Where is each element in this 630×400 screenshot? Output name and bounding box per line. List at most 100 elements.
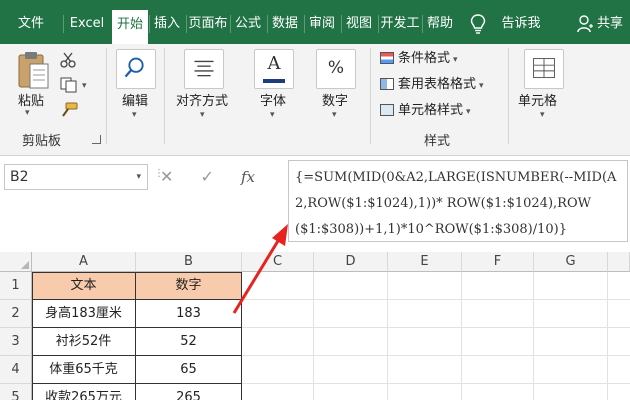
styles-group-label: 样式: [424, 134, 451, 149]
tab-page-layout[interactable]: 页面布: [186, 12, 229, 36]
clipboard-group-label: 剪贴板: [22, 134, 62, 149]
row-header-2[interactable]: 2: [0, 300, 32, 328]
format-painter-icon[interactable]: [60, 102, 78, 118]
edit-dropdown-icon[interactable]: ▾: [132, 110, 137, 120]
cell-styles-label: 单元格样式: [398, 103, 464, 118]
tab-data[interactable]: 数据: [267, 12, 302, 36]
empty-column-g[interactable]: [534, 272, 608, 400]
name-box[interactable]: B2 ▾: [4, 164, 148, 190]
name-box-value: B2: [10, 169, 29, 185]
column-header-g[interactable]: G: [534, 252, 608, 272]
share-person-icon[interactable]: [577, 15, 593, 33]
empty-column-h[interactable]: [608, 272, 630, 400]
format-as-table-button[interactable]: 套用表格格式 ▾: [380, 74, 484, 96]
tab-formulas[interactable]: 公式: [230, 12, 265, 36]
column-header-c[interactable]: C: [242, 252, 314, 272]
cell-a5[interactable]: 收款265万元: [32, 384, 136, 400]
tab-insert[interactable]: 插入: [149, 12, 184, 36]
number-label[interactable]: 数字: [322, 90, 348, 109]
cell-b1[interactable]: 数字: [136, 272, 242, 300]
cancel-icon[interactable]: ✕: [160, 164, 173, 190]
cell-b4[interactable]: 65: [136, 356, 242, 384]
tab-file[interactable]: 文件: [14, 12, 48, 36]
tell-me-box[interactable]: 告诉我: [496, 12, 546, 36]
cells-dropdown-icon[interactable]: ▾: [540, 110, 545, 120]
format-as-table-dropdown-icon: ▾: [479, 81, 484, 91]
copy-icon[interactable]: [60, 77, 78, 93]
font-label[interactable]: 字体: [260, 90, 286, 109]
conditional-formatting-label: 条件格式: [398, 51, 451, 66]
percent-icon: %: [327, 58, 345, 78]
insert-function-icon[interactable]: fx: [241, 164, 255, 190]
column-header-f[interactable]: F: [462, 252, 534, 272]
conditional-formatting-dropdown-icon: ▾: [453, 55, 458, 65]
edit-button[interactable]: [116, 49, 156, 89]
cell-b5[interactable]: 265: [136, 384, 242, 400]
cells-label[interactable]: 单元格: [518, 90, 557, 109]
lightbulb-icon[interactable]: [470, 14, 486, 34]
font-button[interactable]: A: [254, 49, 294, 89]
font-color-bar: [263, 79, 285, 83]
cell-styles-button[interactable]: 单元格样式 ▾: [380, 100, 471, 122]
column-header-b[interactable]: B: [136, 252, 242, 272]
row-header-4[interactable]: 4: [0, 356, 32, 384]
cell-styles-icon: [380, 103, 394, 116]
group-separator: [508, 48, 509, 144]
cut-icon[interactable]: [60, 52, 76, 68]
number-dropdown-icon[interactable]: ▾: [332, 110, 337, 120]
select-all-corner[interactable]: [0, 252, 32, 272]
row-header-3[interactable]: 3: [0, 328, 32, 356]
name-box-dropdown-icon[interactable]: ▾: [136, 165, 141, 189]
empty-column-f[interactable]: [462, 272, 534, 400]
row-header-5[interactable]: 5: [0, 384, 32, 400]
empty-column-d[interactable]: [314, 272, 388, 400]
cells-button[interactable]: [524, 49, 564, 89]
clipboard-dialog-launcher-icon[interactable]: [92, 135, 101, 144]
empty-column-e[interactable]: [388, 272, 462, 400]
paste-dropdown-icon[interactable]: ▾: [25, 108, 30, 118]
empty-column-c[interactable]: [242, 272, 314, 400]
tab-help[interactable]: 帮助: [422, 12, 457, 36]
alignment-label[interactable]: 对齐方式: [176, 90, 228, 109]
cell-a1[interactable]: 文本: [32, 272, 136, 300]
copy-dropdown-icon[interactable]: ▾: [82, 81, 87, 91]
ribbon-tab-bar: 文件 Excel 开始 插入 页面布 公式 数据 审阅 视图 开发工 帮助 告诉…: [0, 0, 630, 44]
tab-review[interactable]: 审阅: [304, 12, 339, 36]
align-icon: [194, 60, 214, 77]
cells-icon: [533, 58, 555, 79]
share-button[interactable]: 共享: [594, 12, 626, 36]
tab-home[interactable]: 开始: [112, 10, 148, 44]
column-header-d[interactable]: D: [314, 252, 388, 272]
cell-styles-dropdown-icon: ▾: [466, 107, 471, 117]
cell-a3[interactable]: 衬衫52件: [32, 328, 136, 356]
tab-excel[interactable]: Excel: [63, 12, 110, 36]
alignment-button[interactable]: [184, 49, 224, 89]
paste-label[interactable]: 粘贴: [18, 90, 44, 109]
cell-b3[interactable]: 52: [136, 328, 242, 356]
edit-label[interactable]: 编辑: [122, 90, 148, 109]
number-button[interactable]: %: [316, 49, 356, 89]
worksheet-grid: A B C D E F G 1 2 3 4 5 文本 数字 身高183厘米 18…: [0, 252, 630, 400]
tab-view[interactable]: 视图: [341, 12, 376, 36]
formula-tools: ✕ ✓ fx: [160, 164, 277, 190]
group-separator: [106, 48, 107, 144]
group-separator: [164, 48, 165, 144]
cell-a4[interactable]: 体重65千克: [32, 356, 136, 384]
enter-icon[interactable]: ✓: [201, 164, 214, 190]
column-header-a[interactable]: A: [32, 252, 136, 272]
font-dropdown-icon[interactable]: ▾: [270, 110, 275, 120]
cell-a2[interactable]: 身高183厘米: [32, 300, 136, 328]
font-glyph-icon: A: [267, 53, 281, 74]
conditional-formatting-button[interactable]: 条件格式 ▾: [380, 48, 458, 70]
search-icon: [124, 57, 144, 78]
column-header-h[interactable]: [608, 252, 630, 272]
tab-developer[interactable]: 开发工: [378, 12, 421, 36]
paste-icon[interactable]: [16, 50, 50, 90]
formula-input[interactable]: {=SUM(MID(0&A2,LARGE(ISNUMBER(--MID(A2,R…: [288, 160, 628, 242]
alignment-dropdown-icon[interactable]: ▾: [200, 110, 205, 120]
cell-b2[interactable]: 183: [136, 300, 242, 328]
format-as-table-label: 套用表格格式: [398, 77, 477, 92]
formula-bar: B2 ▾ ⋮ ✕ ✓ fx {=SUM(MID(0&A2,LARGE(ISNUM…: [0, 156, 630, 244]
column-header-e[interactable]: E: [388, 252, 462, 272]
row-header-1[interactable]: 1: [0, 272, 32, 300]
